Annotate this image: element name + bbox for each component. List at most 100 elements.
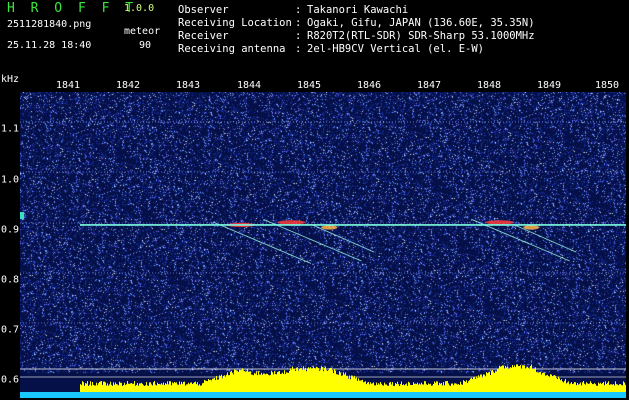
level-bar	[517, 364, 518, 392]
level-bar	[199, 384, 200, 392]
level-bar	[162, 384, 163, 392]
level-bar	[230, 371, 231, 392]
level-bar	[186, 384, 187, 392]
level-bar	[270, 374, 271, 392]
meteor-echo-head	[321, 225, 338, 230]
y-axis-unit: kHz	[1, 74, 20, 85]
level-bar	[269, 375, 270, 392]
level-bar	[531, 364, 532, 392]
level-bar	[601, 384, 602, 392]
level-bar	[572, 384, 573, 392]
level-bar	[479, 377, 480, 392]
level-bar	[240, 370, 241, 392]
level-bar	[260, 374, 261, 392]
level-baseline	[20, 392, 626, 398]
level-bar	[472, 379, 473, 392]
level-bar	[614, 385, 615, 392]
level-bar	[388, 385, 389, 392]
level-bar	[542, 372, 543, 392]
level-bar	[512, 365, 513, 392]
level-bar	[587, 383, 588, 392]
level-bar	[511, 367, 512, 392]
level-bar	[411, 385, 412, 392]
y-tick-label: 1.1	[1, 123, 20, 135]
level-bar	[398, 384, 399, 392]
level-bar	[384, 382, 385, 392]
level-bar	[379, 384, 380, 392]
level-bar	[255, 373, 256, 392]
level-bar	[577, 383, 578, 392]
level-bar	[188, 382, 189, 392]
info-value: 2el-HB9CV Vertical (el. E-W)	[307, 43, 485, 55]
level-bar	[351, 375, 352, 392]
level-bar	[264, 373, 265, 392]
level-bar	[263, 373, 264, 392]
level-bar	[586, 382, 587, 392]
level-bar	[588, 383, 589, 392]
level-bar	[508, 368, 509, 392]
level-bar	[80, 384, 81, 392]
level-bar	[116, 384, 117, 392]
level-bar	[329, 368, 330, 392]
level-bar	[202, 383, 203, 392]
level-bar	[563, 382, 564, 392]
level-bar	[325, 366, 326, 392]
level-bar	[567, 382, 568, 392]
level-bar	[581, 385, 582, 392]
level-bar	[485, 376, 486, 392]
level-bar	[92, 382, 93, 392]
level-bar	[298, 370, 299, 392]
level-bar	[148, 385, 149, 392]
level-bar	[300, 368, 301, 392]
level-bar	[570, 383, 571, 392]
level-bar	[402, 385, 403, 392]
level-bar	[169, 381, 170, 392]
level-bar	[266, 373, 267, 392]
level-bar	[136, 384, 137, 392]
level-bar	[131, 383, 132, 392]
level-bar	[113, 382, 114, 392]
level-bar	[569, 384, 570, 392]
level-bar	[161, 383, 162, 392]
level-bar	[487, 373, 488, 392]
level-bar	[281, 373, 282, 392]
level-bar	[445, 381, 446, 392]
level-bar	[343, 372, 344, 392]
level-bar	[391, 384, 392, 392]
level-bar	[375, 385, 376, 392]
level-bar	[302, 370, 303, 392]
level-bar	[182, 383, 183, 392]
level-bar	[620, 384, 621, 392]
level-bar	[610, 384, 611, 392]
level-bar	[104, 381, 105, 392]
level-bar	[219, 375, 220, 392]
level-bar	[235, 369, 236, 392]
level-bar	[328, 370, 329, 392]
level-bar	[536, 372, 537, 392]
y-tick-label: 0.7	[1, 324, 20, 336]
level-bar	[232, 372, 233, 392]
x-tick-label: 1844	[236, 80, 262, 91]
level-bar	[443, 382, 444, 392]
level-bar	[609, 385, 610, 392]
level-bar	[382, 385, 383, 392]
level-bar	[573, 383, 574, 392]
level-bar	[331, 367, 332, 392]
level-bar	[495, 371, 496, 392]
level-bar	[326, 370, 327, 392]
level-bar	[197, 382, 198, 392]
level-bar	[553, 375, 554, 392]
level-bar	[361, 380, 362, 392]
level-bar	[392, 382, 393, 392]
level-bar	[140, 383, 141, 392]
level-bar	[374, 385, 375, 392]
level-bar	[545, 375, 546, 392]
level-bar	[143, 385, 144, 392]
level-bar	[518, 366, 519, 392]
level-bar	[193, 383, 194, 392]
level-bar	[309, 368, 310, 392]
meteor-echo-tail	[513, 223, 577, 253]
level-bar	[428, 383, 429, 392]
level-bar	[442, 385, 443, 392]
level-bar	[110, 381, 111, 392]
